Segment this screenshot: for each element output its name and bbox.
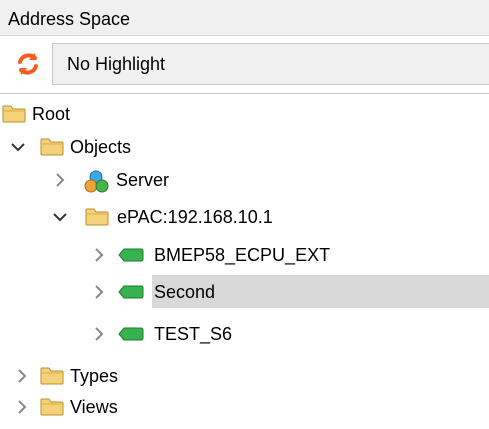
tag-icon [118,285,144,299]
tag-icon [118,327,144,341]
server-icon [84,170,109,193]
address-space-panel: Address Space No Highlight Root Objects … [0,0,489,429]
tree-node-second[interactable]: Second [0,279,489,305]
folder-icon [40,367,64,385]
tree-node-root[interactable]: Root [0,101,489,127]
panel-title-bar: Address Space [0,0,489,36]
refresh-icon [18,53,38,75]
tree-label-objects: Objects [70,137,132,157]
tree-node-objects[interactable]: Objects [0,134,489,160]
tree-label-bmep: BMEP58_ECPU_EXT [154,245,331,265]
folder-icon [40,138,64,156]
tree-node-test[interactable]: TEST_S6 [0,321,489,347]
folder-icon [2,105,26,123]
folder-icon [40,398,64,416]
tree-label-second: Second [154,282,216,302]
address-tree: Root Objects Server ePAC:192.168.10.1 BM… [0,93,489,429]
chevron-right-icon[interactable] [14,368,30,384]
chevron-down-icon[interactable] [52,209,68,225]
chevron-down-icon[interactable] [10,139,26,155]
tree-node-views[interactable]: Views [0,394,489,420]
tree-label-types: Types [70,366,119,386]
chevron-right-icon[interactable] [52,172,68,188]
tree-label-root: Root [32,104,71,124]
tree-label-epac: ePAC:192.168.10.1 [117,207,273,227]
folder-icon [85,208,109,226]
tree-node-bmep[interactable]: BMEP58_ECPU_EXT [0,242,489,268]
highlight-value: No Highlight [67,54,166,74]
tree-label-test: TEST_S6 [154,324,233,344]
refresh-button[interactable] [8,44,48,84]
tree-node-epac[interactable]: ePAC:192.168.10.1 [0,204,489,230]
highlight-dropdown[interactable]: No Highlight [52,43,489,85]
chevron-right-icon[interactable] [14,399,30,415]
tag-icon [118,248,144,262]
tree-label-server: Server [116,170,170,190]
chevron-right-icon[interactable] [91,326,107,342]
tree-label-views: Views [70,397,118,417]
chevron-right-icon[interactable] [91,284,107,300]
panel-title: Address Space [8,9,131,29]
tree-node-types[interactable]: Types [0,363,489,389]
tree-node-server[interactable]: Server [0,167,489,193]
chevron-right-icon[interactable] [91,247,107,263]
toolbar: No Highlight [0,36,489,93]
